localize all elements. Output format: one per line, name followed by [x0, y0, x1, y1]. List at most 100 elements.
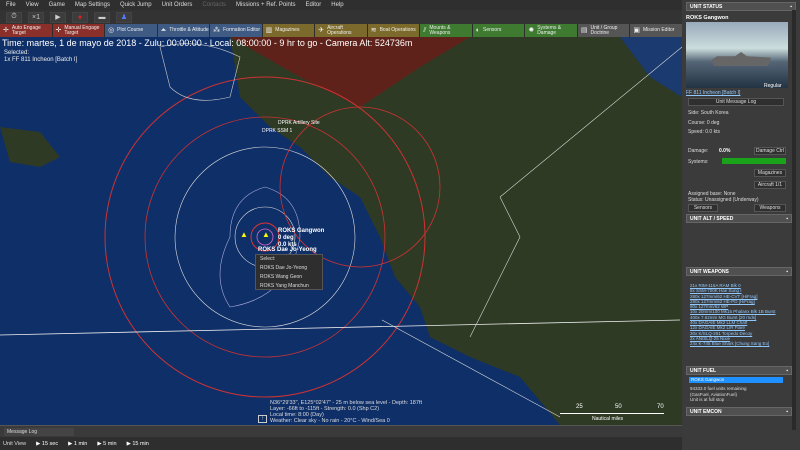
magazines-button[interactable]: Magazines: [754, 169, 786, 177]
message-log[interactable]: Message Log: [0, 425, 682, 437]
play-button[interactable]: ▶: [50, 11, 66, 23]
selected-unit[interactable]: 1x FF 811 Incheon [Batch I]: [4, 57, 77, 64]
layer-button[interactable]: ▬: [94, 11, 110, 23]
context-menu-item[interactable]: ROKS Wang Geon: [256, 273, 322, 282]
step-5min[interactable]: ▶ 5 min: [97, 441, 116, 447]
step-1min[interactable]: ▶ 1 min: [68, 441, 87, 447]
menu-item[interactable]: Contacts: [202, 2, 226, 8]
unit-course: Course: 0 deg: [688, 120, 720, 126]
speed-label[interactable]: ×1: [28, 11, 44, 23]
sensors-button[interactable]: Sensors: [688, 204, 718, 212]
unit-panel: UNIT STATUS ▪ ROKS Gangwon Regular FF 811…: [682, 0, 800, 450]
toolbar-button[interactable]: ✈ Aircraft Operations: [315, 24, 367, 37]
cursor-weather: Weather: Clear sky - No rain - 20°C - Wi…: [270, 418, 390, 424]
unit-weapons-header[interactable]: UNIT WEAPONS ▪: [686, 267, 792, 276]
menu-item[interactable]: Quick Jump: [120, 2, 152, 8]
fuel-unit-row[interactable]: ROKS Gangwon: [689, 377, 783, 383]
map-label-artillery[interactable]: DPRK Artillery Site: [278, 120, 320, 126]
ship-icon[interactable]: ▲: [240, 230, 248, 239]
unit-label-name[interactable]: ROKS Gangwon: [278, 228, 324, 234]
map-view[interactable]: [0, 37, 682, 425]
menu-item[interactable]: Game: [49, 2, 65, 8]
selected-label: Selected:: [4, 50, 30, 56]
unit-label-2[interactable]: ROKS Dae Jo-Yeong: [258, 247, 317, 253]
toolbar-button-label: Throttle & Altitude: [169, 27, 209, 33]
menu-item[interactable]: Unit Orders: [162, 2, 193, 8]
toolbar-button[interactable]: ✹ Systems & Damage: [525, 24, 577, 37]
menu-item[interactable]: Missions + Ref. Points: [236, 2, 296, 8]
toolbar-button[interactable]: ⫽ Mounts & Weapons: [420, 24, 472, 37]
aircraft-button[interactable]: Aircraft 1/1: [754, 181, 786, 189]
map-canvas: [0, 37, 682, 425]
toolbar-button-label: Aircraft Operations: [327, 24, 352, 36]
message-log-tab[interactable]: Message Log: [4, 428, 74, 436]
scale-tick: 70: [657, 404, 664, 410]
menu-item[interactable]: Editor: [306, 2, 322, 8]
unit-speed: Speed: 0.0 kts: [688, 129, 720, 135]
toolbar-button[interactable]: ◎ Plot Course: [105, 24, 157, 37]
toolbar-button-label: Magazines: [275, 27, 300, 33]
ship-icon[interactable]: ▲: [262, 230, 270, 239]
toolbar-button-label: Sensors: [483, 27, 502, 33]
map-label-ssm[interactable]: DPRK SSM 1: [262, 128, 292, 134]
menu-item[interactable]: Help: [331, 2, 343, 8]
action-toolbar: ✛ Auto Engage Target ✛ Manual Engage Target…: [0, 24, 682, 37]
unit-status-header[interactable]: UNIT STATUS ▪: [686, 2, 796, 11]
toolbar-button[interactable]: ▤ Unit / Group Doctrine: [577, 24, 630, 37]
damage-ctrl-button[interactable]: Damage Ctrl: [754, 147, 786, 155]
weapons-button[interactable]: Weapons: [754, 204, 786, 212]
unit-button[interactable]: ♟: [116, 11, 132, 23]
menu-item[interactable]: View: [26, 2, 39, 8]
weapon-item[interactable]: 24x K-745 Blue Shark [Chung Sang Eo]: [690, 341, 776, 346]
toolbar-button[interactable]: ◐ Sensors: [472, 24, 525, 37]
toolbar-button[interactable]: ✛ Auto Engage Target: [0, 24, 52, 37]
context-menu-item[interactable]: ROKS Dae Jo-Yeong: [256, 264, 322, 273]
unit-alt-speed-header[interactable]: UNIT ALT / SPEED ▪: [686, 214, 792, 223]
unit-name: ROKS Gangwon: [686, 15, 729, 21]
doctrine-icon: ▤: [580, 27, 588, 34]
crosshair-icon: ✛: [55, 27, 62, 34]
formation-icon: ⁂: [213, 27, 221, 34]
toolbar-button-label: Systems & Damage: [537, 24, 562, 36]
sensor-icon: ◐: [475, 27, 481, 34]
unit-photo: [686, 22, 788, 88]
menu-item[interactable]: File: [6, 2, 16, 8]
fuel-text: 94333.0 fuel units remaining (GasFuel, Av…: [690, 386, 747, 402]
throttle-icon: ⏶: [160, 27, 167, 34]
step-15sec[interactable]: ▶ 15 sec: [36, 441, 58, 447]
toolbar-button-label: Formation Editor: [223, 27, 261, 33]
toolbar-button[interactable]: ⁂ Formation Editor: [210, 24, 262, 37]
toolbar-button-label: Mounts & Weapons: [429, 24, 451, 36]
scale-unit: Nautical miles: [592, 416, 624, 422]
magazine-icon: ▥: [265, 27, 273, 34]
weapons-icon: ⫽: [423, 27, 427, 34]
unit-emcon-header[interactable]: UNIT EMCON ▪: [686, 407, 792, 416]
toolbar-button[interactable]: ≋ Boat Operations: [367, 24, 420, 37]
context-menu-item[interactable]: ROKS Yang Manchun: [256, 282, 322, 291]
toolbar-button[interactable]: ▥ Magazines: [262, 24, 315, 37]
unit-label-course: 0 deg: [278, 235, 294, 241]
unit-message-log-button[interactable]: Unit Message Log: [688, 98, 784, 106]
scale-bar: 25 50 70 Nautical miles: [560, 402, 670, 424]
gear-icon: ✹: [528, 27, 535, 34]
boat-icon: ≋: [370, 27, 377, 34]
weapons-list: 21x RIM-116A RAM Blk 0 8x SSM-700K Hae Su…: [690, 283, 776, 347]
toolbar-button[interactable]: ▣ Mission Editor: [630, 24, 682, 37]
record-button[interactable]: ●: [72, 11, 88, 23]
toolbar-button-label: Boat Operations: [379, 27, 416, 33]
clock-button[interactable]: ⏱: [6, 11, 22, 23]
unit-class-link[interactable]: FF 811 Incheon [Batch I]: [686, 90, 740, 96]
mission-icon: ▣: [633, 27, 640, 34]
weapon-item[interactable]: 10x 20mm/100 Mk15 Phalanx Blk 1B Burst: [690, 309, 776, 314]
up-arrow-icon[interactable]: ↑: [258, 415, 267, 423]
toolbar-button[interactable]: ✛ Manual Engage Target: [52, 24, 105, 37]
unit-fuel-header[interactable]: UNIT FUEL ▪: [686, 366, 792, 375]
toolbar-button-label: Plot Course: [117, 27, 144, 33]
step-15min[interactable]: ▶ 15 min: [127, 441, 149, 447]
crosshair-icon: ✛: [3, 27, 9, 34]
menu-item[interactable]: Map Settings: [75, 2, 110, 8]
proficiency: Regular: [764, 83, 782, 89]
toolbar-button[interactable]: ⏶ Throttle & Altitude: [157, 24, 210, 37]
scale-tick: 25: [576, 404, 583, 410]
panel-scrollbar[interactable]: [792, 10, 796, 430]
